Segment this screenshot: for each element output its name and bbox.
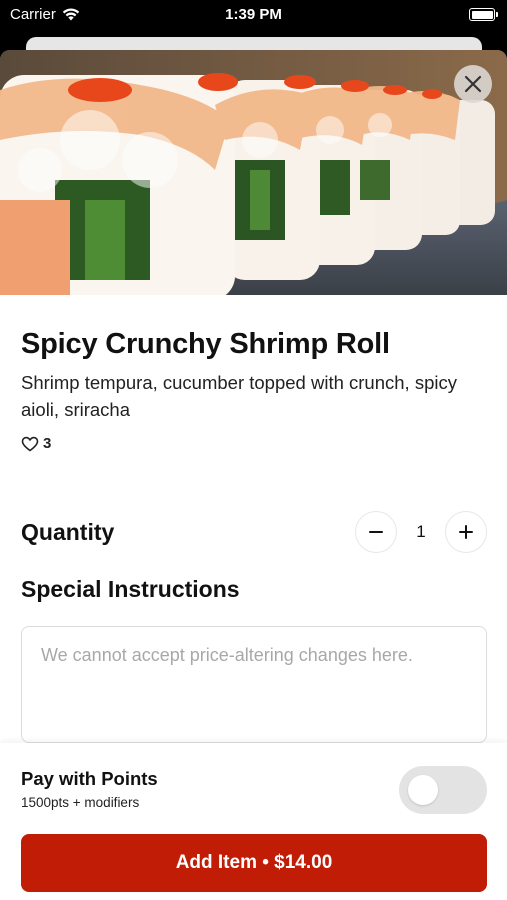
points-cost-label: 1500pts + modifiers (21, 795, 140, 810)
special-instructions-input[interactable] (21, 626, 487, 743)
pay-with-points-label: Pay with Points (21, 768, 158, 789)
close-button[interactable] (454, 65, 492, 103)
special-instructions-label: Special Instructions (21, 576, 240, 602)
item-detail-sheet: Spicy Crunchy Shrimp Roll Shrimp tempura… (0, 50, 507, 900)
item-description: Shrimp tempura, cucumber topped with cru… (21, 372, 457, 420)
pay-with-points-toggle[interactable] (399, 766, 487, 814)
item-info: Spicy Crunchy Shrimp Roll Shrimp tempura… (21, 295, 486, 452)
status-time: 1:39 PM (225, 6, 282, 23)
item-title: Spicy Crunchy Shrimp Roll (21, 328, 390, 360)
close-icon (464, 75, 482, 93)
add-item-button[interactable]: Add Item • $14.00 (21, 834, 487, 892)
battery-icon (469, 8, 498, 21)
quantity-stepper: 1 (355, 511, 487, 553)
quantity-label: Quantity (21, 518, 115, 545)
like-count: 3 (43, 435, 52, 452)
decrement-button[interactable] (355, 511, 397, 553)
toggle-knob (408, 775, 438, 805)
like-control[interactable]: 3 (21, 435, 486, 452)
increment-button[interactable] (445, 511, 487, 553)
plus-icon (459, 525, 473, 539)
item-photo (0, 50, 507, 295)
quantity-row: Quantity 1 (21, 510, 487, 554)
heart-icon (21, 436, 39, 451)
status-bar: Carrier 1:39 PM (0, 0, 507, 30)
minus-icon (369, 531, 383, 533)
quantity-value: 1 (416, 522, 426, 541)
checkout-footer: Pay with Points 1500pts + modifiers Add … (0, 743, 507, 900)
